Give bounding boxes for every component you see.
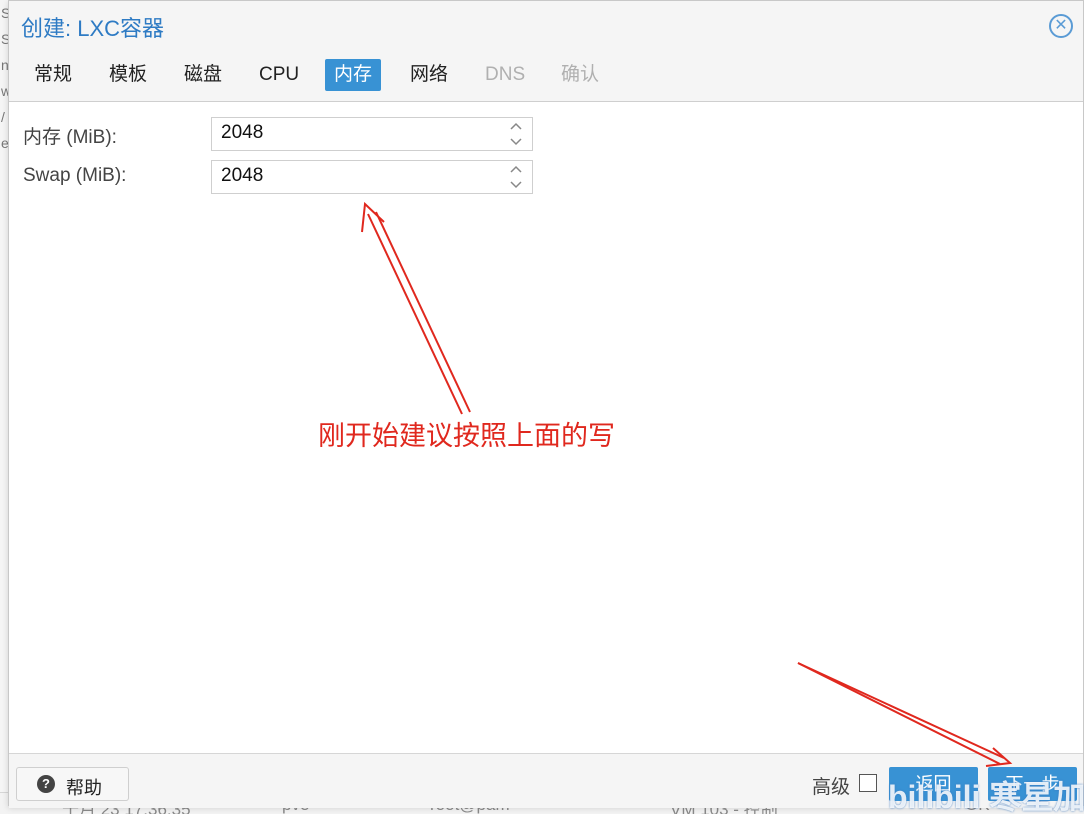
bg-char: w [0, 78, 8, 104]
swap-value[interactable]: 2048 [221, 165, 263, 187]
create-lxc-dialog: 创建: LXC容器 ✕ 常规 模板 磁盘 CPU 内存 网络 DNS 确认 内存… [8, 0, 1084, 808]
annotation-text: 刚开始建议按照上面的写 [318, 421, 615, 452]
advanced-label: 高级 [812, 777, 851, 798]
tab-memory[interactable]: 内存 [325, 59, 382, 91]
tab-general[interactable]: 常规 [25, 59, 81, 91]
bg-char: S [0, 26, 8, 52]
close-icon[interactable]: ✕ [1049, 14, 1073, 38]
back-button[interactable]: 返回 [889, 767, 978, 801]
tab-dns: DNS [485, 64, 526, 85]
help-label: 帮助 [66, 778, 102, 798]
advanced-checkbox[interactable] [859, 774, 877, 792]
swap-label: Swap (MiB): [23, 165, 127, 186]
next-button[interactable]: 下一步 [988, 767, 1077, 801]
help-button[interactable]: ? 帮助 [16, 767, 129, 801]
dialog-title: 创建: LXC容器 [21, 16, 165, 41]
question-circle-icon: ? [37, 775, 55, 793]
bg-char: e [1, 135, 9, 151]
bg-char: / [1, 109, 5, 125]
bg-char: S [0, 0, 8, 26]
tab-disk[interactable]: 磁盘 [175, 59, 231, 91]
bg-char: n [1, 57, 9, 73]
dialog-title-bar[interactable]: 创建: LXC容器 ✕ [9, 1, 1083, 53]
tab-confirm: 确认 [561, 64, 600, 85]
swap-input[interactable]: 2048 [211, 160, 533, 194]
dialog-footer: ? 帮助 高级 返回 下一步 [9, 753, 1083, 808]
memory-label: 内存 (MiB): [23, 127, 117, 148]
spinner-arrows-icon[interactable] [509, 121, 523, 147]
tab-network[interactable]: 网络 [401, 59, 457, 91]
wizard-tabs: 常规 模板 磁盘 CPU 内存 网络 DNS 确认 [9, 53, 1083, 102]
memory-value[interactable]: 2048 [221, 122, 263, 144]
spinner-arrows-icon[interactable] [509, 164, 523, 190]
memory-input[interactable]: 2048 [211, 117, 533, 151]
tab-cpu[interactable]: CPU [250, 59, 308, 91]
tab-template[interactable]: 模板 [100, 59, 156, 91]
